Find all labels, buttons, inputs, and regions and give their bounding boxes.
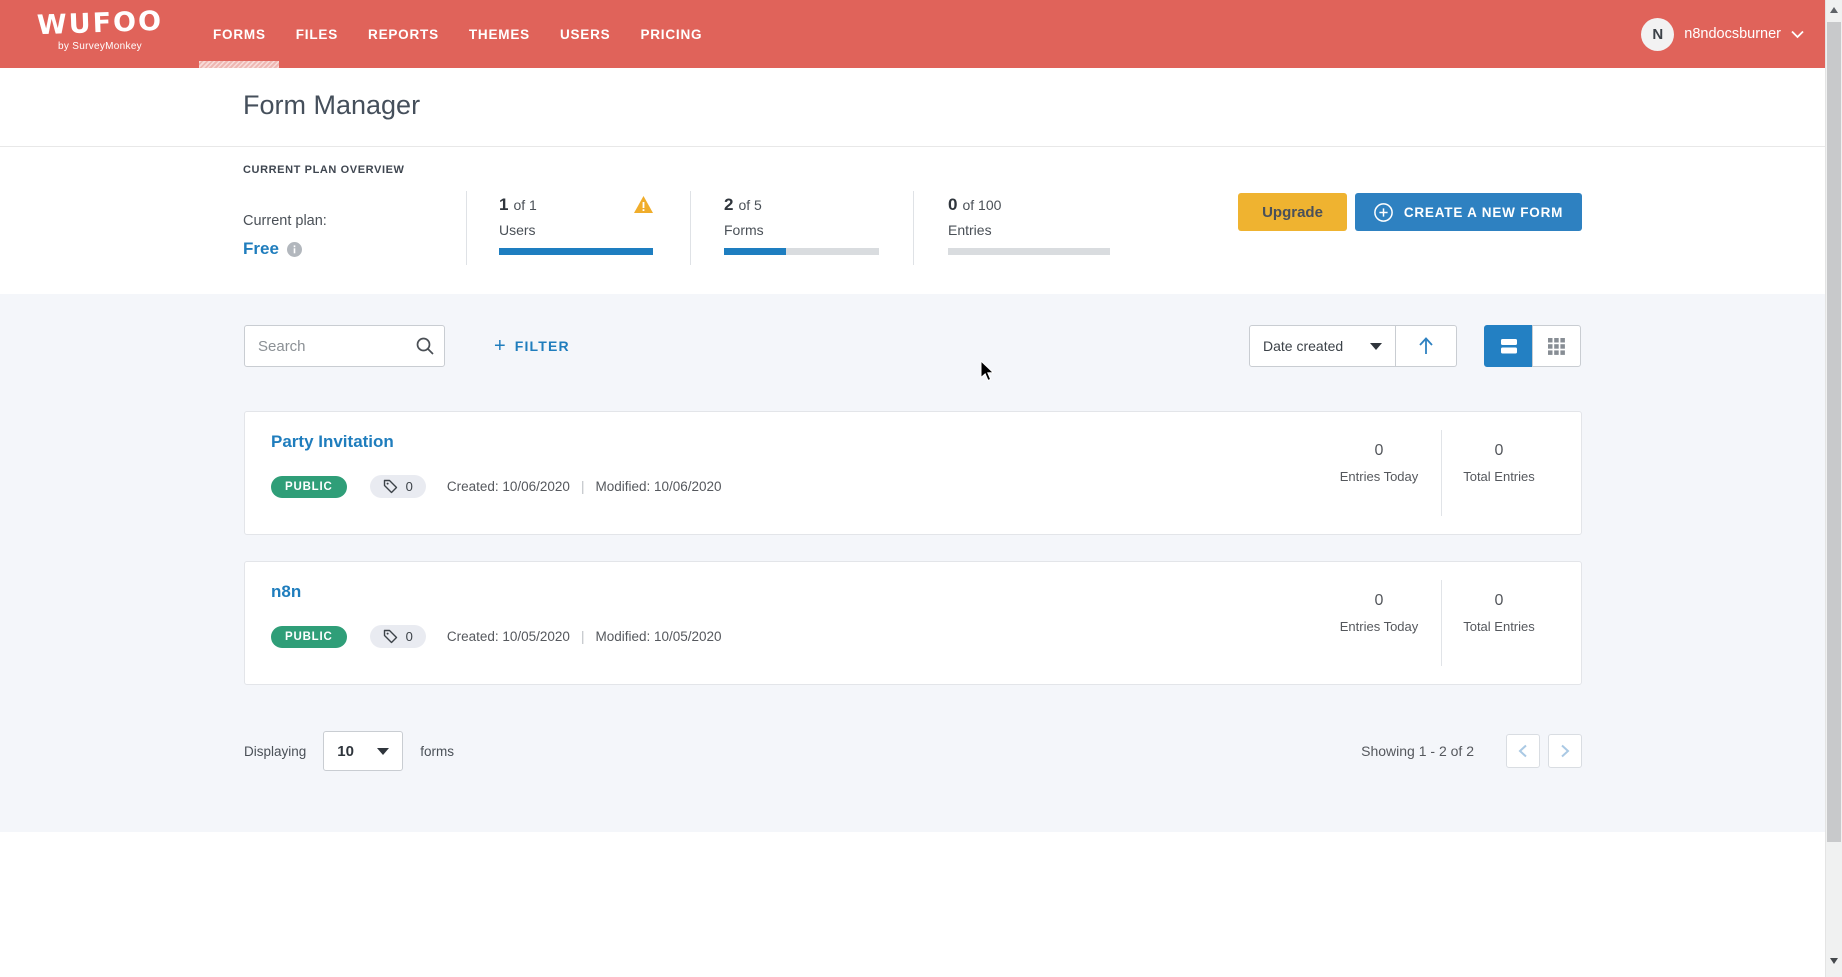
entries-today-stat: 0 Entries Today bbox=[1319, 442, 1439, 484]
scrollbar[interactable] bbox=[1825, 0, 1842, 977]
sort-field-select[interactable]: Date created bbox=[1249, 325, 1396, 367]
wufoo-logo[interactable]: WUFOO by SurveyMonkey bbox=[34, 9, 166, 52]
search-input[interactable] bbox=[244, 325, 445, 367]
entries-label: Entries bbox=[948, 222, 1110, 238]
nav-item-users[interactable]: USERS bbox=[560, 0, 611, 68]
chevron-down-icon bbox=[1791, 30, 1804, 39]
caret-down-icon bbox=[377, 748, 389, 755]
next-page-button[interactable] bbox=[1548, 734, 1582, 768]
nav-item-reports[interactable]: REPORTS bbox=[368, 0, 439, 68]
page-header: Form Manager bbox=[0, 68, 1842, 147]
user-menu[interactable]: N n8ndocsburner bbox=[1641, 0, 1804, 68]
list-view-icon bbox=[1500, 338, 1518, 354]
warning-icon bbox=[634, 196, 653, 213]
form-dates: Created: 10/06/2020 | Modified: 10/06/20… bbox=[447, 479, 722, 494]
form-title-link[interactable]: Party Invitation bbox=[271, 432, 394, 452]
sort-controls: Date created bbox=[1249, 325, 1457, 367]
forms-list-area: + FILTER Date created bbox=[0, 294, 1842, 832]
tag-count-pill[interactable]: 0 bbox=[370, 475, 426, 498]
scroll-up-arrow-icon[interactable] bbox=[1830, 7, 1838, 13]
plan-name: Free bbox=[243, 239, 279, 259]
nav-item-themes[interactable]: THEMES bbox=[469, 0, 530, 68]
chevron-left-icon bbox=[1518, 744, 1528, 758]
plus-circle-icon bbox=[1374, 203, 1393, 222]
scrollbar-thumb[interactable] bbox=[1827, 22, 1841, 842]
plan-overview-section: CURRENT PLAN OVERVIEW Current plan: Free… bbox=[0, 147, 1842, 294]
info-icon[interactable] bbox=[287, 242, 302, 257]
entries-progress-bar bbox=[948, 248, 1110, 255]
divider bbox=[913, 191, 914, 265]
showing-text: Showing 1 - 2 of 2 bbox=[1361, 743, 1474, 759]
forms-label: Forms bbox=[724, 222, 879, 238]
caret-down-icon bbox=[1370, 343, 1382, 350]
users-progress-bar bbox=[499, 248, 653, 255]
divider bbox=[690, 191, 691, 265]
grid-view-icon bbox=[1548, 338, 1565, 355]
users-stat: 1 of 1 Users bbox=[499, 195, 653, 255]
total-entries-stat: 0 Total Entries bbox=[1439, 592, 1559, 634]
chevron-right-icon bbox=[1560, 744, 1570, 758]
logo-title: WUFOO bbox=[34, 7, 167, 42]
status-badge: PUBLIC bbox=[271, 476, 347, 498]
status-badge: PUBLIC bbox=[271, 626, 347, 648]
page-size-select[interactable]: 10 bbox=[323, 731, 403, 771]
divider bbox=[466, 191, 467, 265]
user-name: n8ndocsburner bbox=[1684, 26, 1781, 42]
top-nav: WUFOO by SurveyMonkey FORMS FILES REPORT… bbox=[0, 0, 1842, 68]
scroll-down-arrow-icon[interactable] bbox=[1830, 958, 1838, 964]
nav-item-forms[interactable]: FORMS bbox=[213, 0, 266, 68]
form-dates: Created: 10/05/2020 | Modified: 10/05/20… bbox=[447, 629, 722, 644]
form-manager-page: WUFOO by SurveyMonkey FORMS FILES REPORT… bbox=[0, 0, 1842, 977]
displaying-label: Displaying bbox=[244, 744, 306, 759]
grid-view-button[interactable] bbox=[1532, 325, 1581, 367]
forms-progress-bar bbox=[724, 248, 879, 255]
nav-item-files[interactable]: FILES bbox=[296, 0, 338, 68]
view-toggle bbox=[1484, 325, 1581, 367]
create-new-form-button[interactable]: CREATE A NEW FORM bbox=[1355, 193, 1582, 231]
tag-icon bbox=[383, 629, 398, 644]
upgrade-button[interactable]: Upgrade bbox=[1238, 193, 1347, 231]
total-entries-stat: 0 Total Entries bbox=[1439, 442, 1559, 484]
search-box bbox=[244, 325, 445, 367]
users-label: Users bbox=[499, 222, 653, 238]
tag-count-pill[interactable]: 0 bbox=[370, 625, 426, 648]
tag-icon bbox=[383, 479, 398, 494]
form-title-link[interactable]: n8n bbox=[271, 582, 301, 602]
nav-menu: FORMS FILES REPORTS THEMES USERS PRICING bbox=[213, 0, 702, 68]
entries-today-stat: 0 Entries Today bbox=[1319, 592, 1439, 634]
plan-section-title: CURRENT PLAN OVERVIEW bbox=[243, 164, 405, 176]
sort-direction-button[interactable] bbox=[1396, 325, 1457, 367]
forms-label: forms bbox=[420, 744, 454, 759]
avatar: N bbox=[1641, 18, 1674, 51]
nav-item-pricing[interactable]: PRICING bbox=[640, 0, 702, 68]
filter-button[interactable]: + FILTER bbox=[494, 325, 570, 367]
form-card: Party Invitation PUBLIC 0 Created: 10/06… bbox=[244, 411, 1582, 535]
arrow-up-icon bbox=[1418, 336, 1434, 356]
page-title: Form Manager bbox=[243, 90, 420, 121]
search-icon[interactable] bbox=[416, 337, 434, 355]
pagination-bar: Displaying 10 forms Showing 1 - 2 of 2 bbox=[244, 731, 1582, 771]
logo-subtitle: by SurveyMonkey bbox=[34, 41, 166, 52]
list-view-button[interactable] bbox=[1484, 325, 1533, 367]
current-plan-label: Current plan: bbox=[243, 213, 327, 229]
prev-page-button[interactable] bbox=[1506, 734, 1540, 768]
entries-stat: 0 of 100 Entries bbox=[948, 195, 1110, 255]
plus-icon: + bbox=[494, 336, 506, 356]
form-card: n8n PUBLIC 0 Created: 10/05/2020 | Modif… bbox=[244, 561, 1582, 685]
forms-stat: 2 of 5 Forms bbox=[724, 195, 879, 255]
